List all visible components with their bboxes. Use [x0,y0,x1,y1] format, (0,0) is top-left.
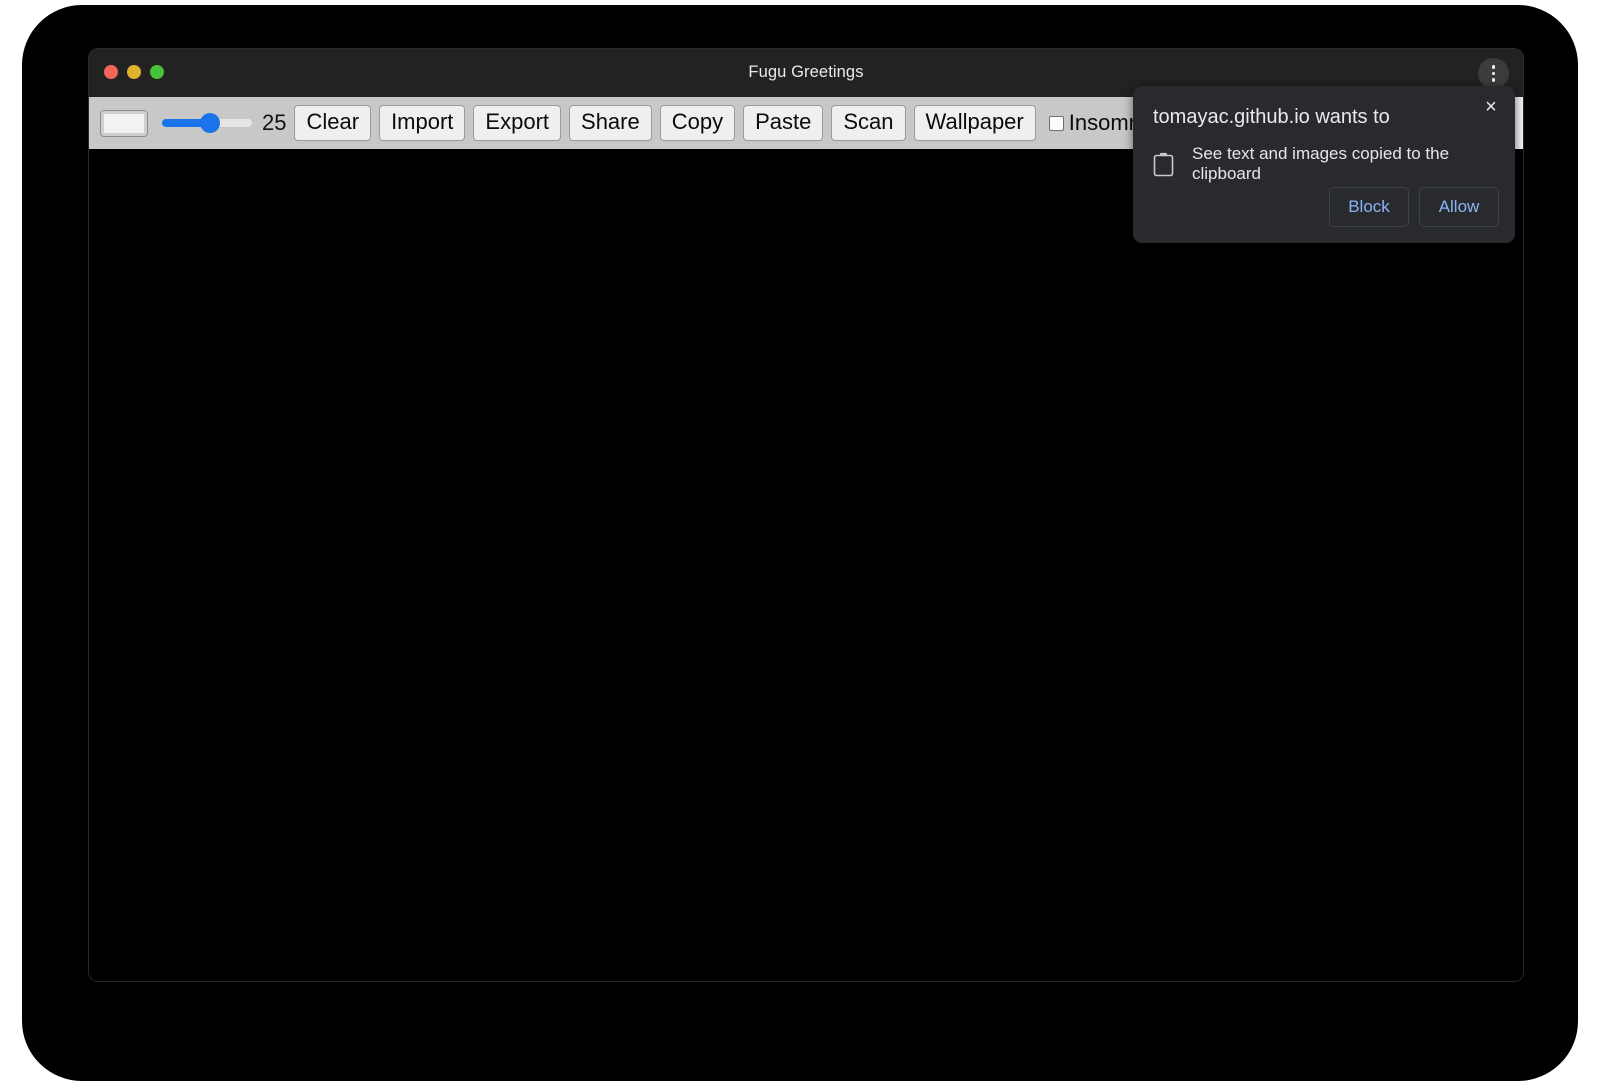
wallpaper-button[interactable]: Wallpaper [914,105,1036,141]
device-frame: Fugu Greetings 25 Clear Import Export Sh… [22,5,1578,1081]
paste-button[interactable]: Paste [743,105,823,141]
allow-button[interactable]: Allow [1419,187,1499,227]
permission-dialog: tomayac.github.io wants to × See text an… [1133,86,1515,243]
share-button[interactable]: Share [569,105,652,141]
checkbox-box[interactable] [1049,116,1064,131]
permission-description: See text and images copied to the clipbo… [1192,144,1515,184]
clipboard-icon [1153,152,1174,177]
close-icon[interactable]: × [1479,95,1503,119]
slider-thumb[interactable] [200,113,220,133]
color-picker-swatch[interactable] [100,110,148,137]
three-dot-menu-icon[interactable] [1478,58,1509,89]
permission-dialog-actions: Block Allow [1329,187,1499,227]
menu-dot [1492,65,1496,69]
clear-button[interactable]: Clear [294,105,371,141]
copy-button[interactable]: Copy [660,105,735,141]
import-button[interactable]: Import [379,105,465,141]
line-width-value: 25 [262,110,286,136]
menu-dot [1492,78,1496,82]
line-width-slider[interactable] [162,113,252,133]
export-button[interactable]: Export [473,105,561,141]
scan-button[interactable]: Scan [831,105,905,141]
page-title: Fugu Greetings [89,63,1523,82]
block-button[interactable]: Block [1329,187,1409,227]
drawing-canvas[interactable] [89,149,1523,981]
permission-dialog-title: tomayac.github.io wants to [1153,106,1390,129]
permission-request-row: See text and images copied to the clipbo… [1153,144,1515,184]
menu-dot [1492,72,1496,76]
